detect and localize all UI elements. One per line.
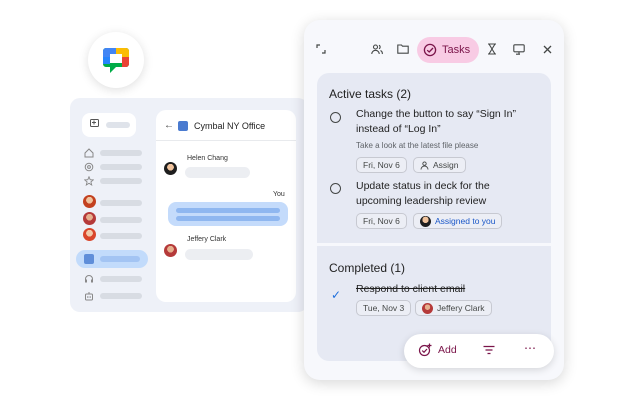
headset-icon — [85, 275, 93, 283]
tasks-panel: Tasks Active tasks (2) Change the button… — [304, 20, 564, 380]
assignee-chip[interactable]: Jeffery Clark — [415, 300, 492, 316]
close-icon[interactable] — [537, 39, 557, 59]
people-icon[interactable] — [367, 39, 387, 59]
room-icon — [178, 121, 188, 131]
message-bubble — [185, 167, 250, 178]
avatar — [83, 195, 96, 208]
illustration: ← Cymbal NY Office Helen Chang You Jeffe… — [0, 0, 632, 402]
sidebar-item-space[interactable] — [84, 272, 148, 286]
header-divider — [156, 140, 296, 141]
room-name: Cymbal NY Office — [194, 121, 266, 131]
avatar — [83, 228, 96, 241]
chat-logo-icon — [103, 48, 129, 73]
sidebar-placeholder — [100, 200, 142, 206]
new-chat-label-placeholder — [106, 122, 130, 128]
sort-icon[interactable] — [483, 345, 495, 355]
task-actions-bar: Add ⋯ — [404, 334, 554, 368]
hourglass-icon[interactable] — [482, 39, 502, 59]
own-message-bubble — [168, 202, 288, 226]
due-date-label: Fri, Nov 6 — [363, 216, 400, 226]
more-options-icon[interactable]: ⋯ — [524, 341, 537, 355]
add-task-icon — [418, 343, 432, 357]
assignee-label: Assigned to you — [435, 216, 496, 226]
avatar-helen-chang — [164, 162, 177, 175]
task-title[interactable]: Update status in deck for the upcoming l… — [356, 179, 536, 209]
space-icon — [84, 254, 94, 264]
avatar-jeffery-clark — [164, 244, 177, 257]
conversation-pane: ← Cymbal NY Office Helen Chang You Jeffe… — [156, 110, 296, 302]
sidebar-placeholder — [100, 164, 142, 170]
task-title[interactable]: Change the button to say “Sign In” inste… — [356, 107, 536, 137]
task-description: Take a look at the latest file please — [356, 141, 479, 150]
sidebar-item-dm[interactable] — [83, 212, 148, 227]
sidebar-item-home[interactable] — [84, 146, 148, 160]
sidebar-item-dm[interactable] — [83, 195, 148, 210]
active-tasks-section: Active tasks (2) Change the button to sa… — [317, 73, 551, 243]
task-complete-checkbox[interactable] — [330, 183, 341, 194]
back-arrow-icon[interactable]: ← — [164, 120, 174, 131]
assignee-label: Jeffery Clark — [437, 303, 485, 313]
sidebar-placeholder — [100, 217, 142, 223]
new-chat-button[interactable] — [82, 113, 136, 137]
due-date-chip[interactable]: Tue, Nov 3 — [356, 300, 412, 316]
sidebar-placeholder — [100, 150, 142, 156]
sidebar-placeholder — [100, 276, 142, 282]
sender-name: Jeffery Clark — [187, 236, 227, 243]
at-sign-icon — [84, 162, 94, 172]
sidebar-item-mentions[interactable] — [84, 160, 148, 174]
chat-app-logo — [88, 32, 144, 88]
avatar — [422, 302, 433, 314]
message-bubble — [185, 249, 253, 260]
panel-toolbar: Tasks — [304, 20, 564, 76]
due-date-label: Tue, Nov 3 — [363, 303, 405, 313]
sidebar-placeholder — [100, 256, 140, 262]
completed-task-title[interactable]: Respond to client email — [356, 282, 536, 297]
active-tasks-heading: Active tasks (2) — [329, 87, 412, 101]
assign-label: Assign — [433, 160, 459, 170]
checkmark-icon[interactable]: ✓ — [331, 288, 341, 302]
avatar — [420, 215, 431, 227]
tasks-icon — [423, 43, 437, 57]
due-date-chip[interactable]: Fri, Nov 6 — [356, 157, 407, 173]
completed-heading: Completed (1) — [329, 261, 406, 275]
new-chat-icon — [90, 119, 99, 127]
present-icon[interactable] — [509, 39, 529, 59]
avatar — [83, 212, 96, 225]
sidebar-item-space[interactable] — [84, 289, 148, 303]
due-date-chip[interactable]: Fri, Nov 6 — [356, 213, 407, 229]
tab-tasks[interactable]: Tasks — [417, 37, 479, 63]
due-date-label: Fri, Nov 6 — [363, 160, 400, 170]
chat-sidebar — [76, 110, 150, 305]
assign-chip[interactable]: Assign — [413, 157, 466, 173]
sidebar-item-dm[interactable] — [83, 228, 148, 243]
assignee-chip[interactable]: Assigned to you — [413, 213, 503, 229]
sender-name: You — [273, 191, 285, 198]
sidebar-placeholder — [100, 233, 142, 239]
person-icon — [420, 160, 429, 170]
sidebar-placeholder — [100, 293, 142, 299]
star-icon — [84, 176, 94, 186]
sidebar-placeholder — [100, 178, 142, 184]
collapse-icon[interactable] — [311, 39, 331, 59]
robot-icon — [85, 292, 93, 301]
sidebar-item-selected-space[interactable] — [76, 250, 148, 268]
add-label: Add — [438, 344, 457, 356]
sender-name: Helen Chang — [187, 155, 228, 162]
add-task-button[interactable]: Add — [418, 343, 457, 357]
folder-icon[interactable] — [393, 39, 413, 59]
tasks-tab-label: Tasks — [442, 44, 471, 56]
task-complete-checkbox[interactable] — [330, 112, 341, 123]
sidebar-item-starred[interactable] — [84, 174, 148, 188]
home-icon — [84, 148, 94, 158]
